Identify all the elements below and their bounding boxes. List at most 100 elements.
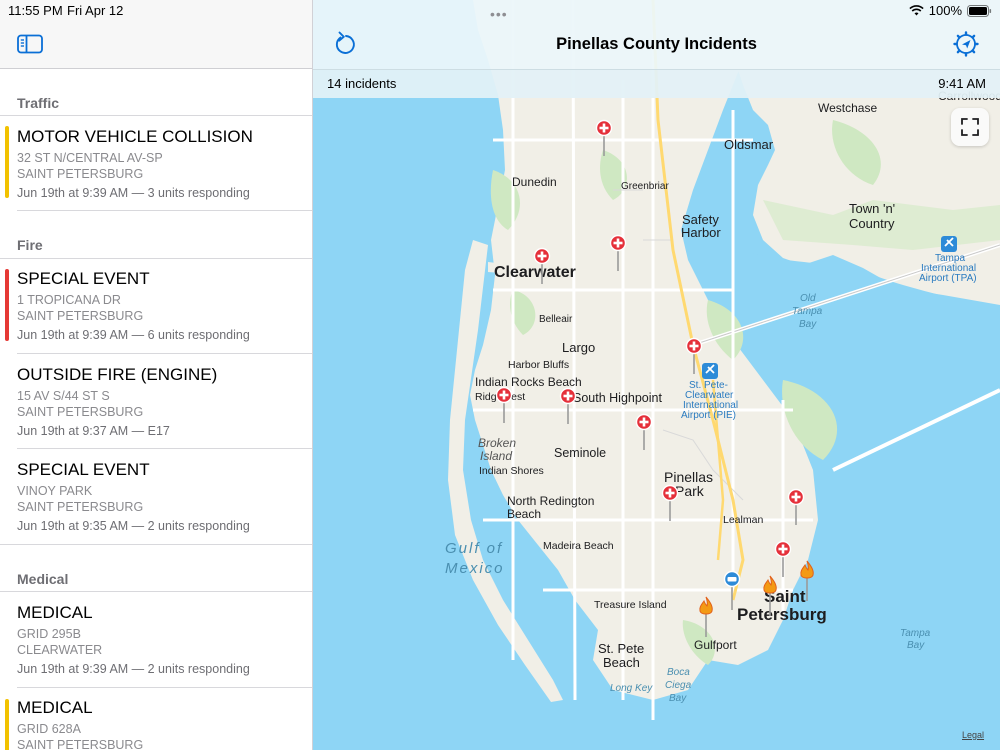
incident-title: MOTOR VEHICLE COLLISION — [17, 127, 253, 146]
wifi-icon — [909, 5, 924, 16]
fullscreen-icon — [961, 118, 979, 136]
map-label-clearwater: Clearwater — [494, 264, 576, 281]
map-label-pinellas-2: Park — [675, 483, 705, 499]
incident-meta: Jun 19th at 9:35 AM — 2 units responding — [17, 519, 250, 533]
info-bar: 14 incidents 9:41 AM — [313, 69, 1000, 98]
incident-title: SPECIAL EVENT — [17, 269, 150, 288]
category-stripe — [5, 269, 9, 341]
map-label-largo: Largo — [562, 340, 595, 355]
status-date: Fri Apr 12 — [67, 3, 124, 18]
map-label-belleair: Belleair — [539, 314, 573, 325]
incident-city: SAINT PETERSBURG — [17, 738, 144, 750]
incident-address: 32 ST N/CENTRAL AV-SP — [17, 151, 163, 165]
fullscreen-button[interactable] — [951, 108, 989, 146]
map-label-south-highpoint: South Highpoint — [573, 391, 662, 405]
incident-title: MEDICAL — [17, 698, 93, 717]
map-label-boca-3: Bay — [669, 693, 687, 704]
incident-city: SAINT PETERSBURG — [17, 405, 144, 419]
legal-link[interactable]: Legal — [962, 730, 984, 740]
incident-row[interactable]: SPECIAL EVENT VINOY PARK SAINT PETERSBUR… — [0, 449, 312, 544]
incident-city: SAINT PETERSBURG — [17, 167, 144, 181]
incident-city: SAINT PETERSBURG — [17, 309, 144, 323]
incident-title: SPECIAL EVENT — [17, 460, 150, 479]
incident-address: 15 AV S/44 ST S — [17, 389, 110, 403]
incident-meta: Jun 19th at 9:39 AM — 3 units responding — [17, 186, 250, 200]
incident-meta: Jun 19th at 9:39 AM — 2 units responding — [17, 662, 250, 676]
multitasking-grabber[interactable]: ••• — [490, 6, 508, 22]
map-label-seminole: Seminole — [554, 446, 606, 460]
map-label-greenbriar: Greenbriar — [621, 181, 669, 192]
settings-button[interactable] — [953, 31, 979, 57]
incident-row[interactable]: MOTOR VEHICLE COLLISION 32 ST N/CENTRAL … — [0, 116, 312, 211]
map-label-tampa-bay-1: Tampa — [900, 628, 931, 639]
incident-meta: Jun 19th at 9:39 AM — 6 units responding — [17, 328, 250, 342]
airport-icon — [941, 236, 957, 252]
map-label-broken-1: Broken — [478, 436, 516, 450]
sidebar-toggle-icon — [17, 34, 43, 54]
map-view[interactable]: Gulf of Mexico Tampa Bay Old Tampa Bay L… — [313, 0, 1000, 750]
sidebar: 11:55 PM Fri Apr 12 Traffic MOTOR VEHICL… — [0, 0, 313, 750]
map-label-treasure: Treasure Island — [594, 599, 667, 611]
map-label-north-redington-1: North Redington — [507, 494, 594, 508]
status-indicators: 100% — [909, 3, 992, 18]
section-header-medical: Medical — [17, 571, 69, 587]
category-stripe — [5, 126, 9, 198]
last-updated-time: 9:41 AM — [938, 76, 986, 91]
map-label-old-tampa-1: Old — [800, 293, 816, 304]
map-label-town-2: Country — [849, 216, 895, 231]
incident-row[interactable]: MEDICAL GRID 295B CLEARWATER Jun 19th at… — [0, 592, 312, 687]
map-label-north-redington-2: Beach — [507, 507, 541, 521]
map-label-tpa-3: Airport (TPA) — [919, 273, 977, 284]
battery-percent: 100% — [928, 3, 962, 18]
airport-icon — [702, 363, 718, 379]
section-header-traffic: Traffic — [17, 95, 60, 111]
incident-row[interactable]: SPECIAL EVENT 1 TROPICANA DR SAINT PETER… — [0, 259, 312, 353]
incident-title: OUTSIDE FIRE (ENGINE) — [17, 365, 218, 384]
map-label-st-pete-beach-1: St. Pete — [598, 641, 644, 656]
map-label-harbor-bluffs: Harbor Bluffs — [508, 359, 569, 371]
section-separator — [0, 544, 312, 545]
sidebar-header: 11:55 PM Fri Apr 12 — [0, 0, 312, 69]
incident-address: 1 TROPICANA DR — [17, 293, 121, 307]
incident-address: GRID 295B — [17, 627, 81, 641]
navigation-bar: ••• 100% Pinellas County Incidents — [313, 0, 1000, 69]
map-label-lealman: Lealman — [723, 514, 763, 526]
map-label-boca-2: Ciega — [665, 680, 692, 691]
status-time: 11:55 PM — [8, 3, 63, 18]
incident-count: 14 incidents — [327, 76, 397, 91]
map-label-st-pete-beach-2: Beach — [603, 655, 640, 670]
incident-row[interactable]: MEDICAL GRID 628A SAINT PETERSBURG — [0, 688, 312, 750]
battery-icon — [967, 4, 992, 17]
map-label-petersburg: Petersburg — [737, 605, 827, 624]
incident-address: VINOY PARK — [17, 484, 93, 498]
section-header-fire: Fire — [17, 237, 43, 253]
map-label-old-tampa-2: Tampa — [792, 306, 823, 317]
nav-title: Pinellas County Incidents — [556, 35, 757, 53]
incident-city: CLEARWATER — [17, 643, 103, 657]
map-label-madeira: Madeira Beach — [543, 540, 614, 552]
map-label-westchase: Westchase — [818, 101, 877, 115]
sidebar-toggle-button[interactable] — [17, 34, 43, 54]
map-label-town-1: Town 'n' — [849, 201, 895, 216]
map-label-broken-2: Island — [480, 449, 512, 463]
row-divider — [17, 210, 312, 211]
map-label-boca-1: Boca — [667, 667, 690, 678]
incident-address: GRID 628A — [17, 722, 81, 736]
map-label-gulf-2: Mexico — [445, 560, 505, 577]
map-label-safety-2: Harbor — [681, 225, 721, 240]
category-stripe — [5, 699, 9, 750]
incident-row[interactable]: OUTSIDE FIRE (ENGINE) 15 AV S/44 ST S SA… — [0, 354, 312, 449]
map-label-tampa-bay-2: Bay — [907, 640, 925, 651]
map-label-indian-shores: Indian Shores — [479, 465, 544, 477]
incident-title: MEDICAL — [17, 603, 93, 622]
map-label-gulfport: Gulfport — [694, 638, 737, 652]
map-label-old-tampa-3: Bay — [799, 319, 817, 330]
map-label-pie-4: Airport (PIE) — [681, 410, 736, 421]
map-label-oldsmar: Oldsmar — [724, 137, 774, 152]
map-label-indian-rocks: Indian Rocks Beach — [475, 375, 582, 389]
map-label-gulf-1: Gulf of — [445, 540, 503, 557]
map-panel: Gulf of Mexico Tampa Bay Old Tampa Bay L… — [313, 0, 1000, 750]
gear-location-icon — [953, 31, 979, 57]
map-label-dunedin: Dunedin — [512, 175, 557, 189]
map-label-long-key: Long Key — [610, 683, 653, 694]
